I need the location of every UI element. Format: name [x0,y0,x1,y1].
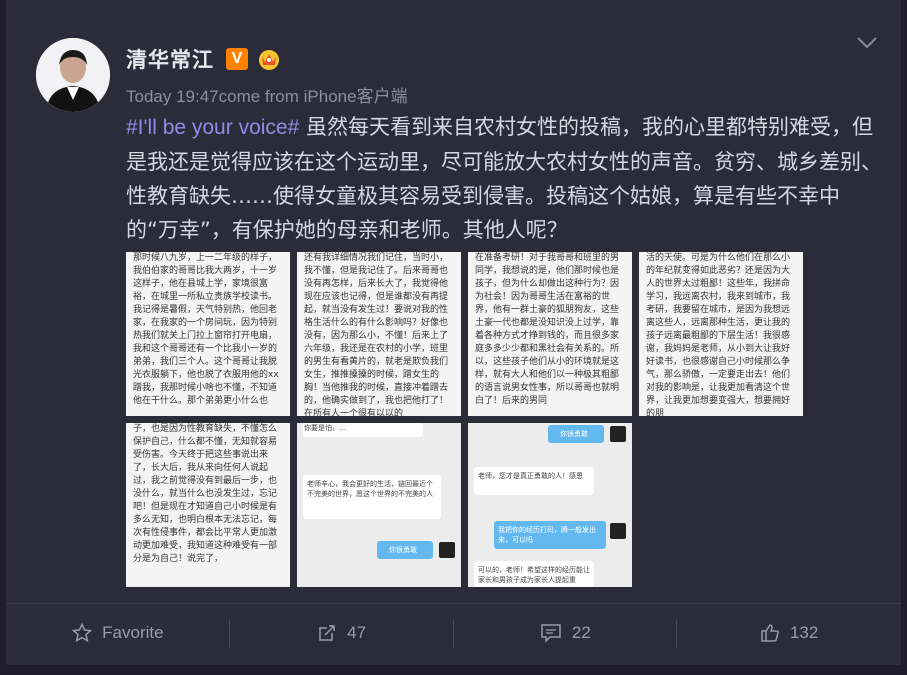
verified-v-icon: V [226,48,248,70]
star-icon [72,623,93,643]
forward-button[interactable]: 47 [230,604,454,662]
favorite-label: Favorite [102,623,164,642]
image-text: 你很勇敢 [560,430,588,438]
image-text: 你要是怕，… [304,424,346,432]
post-image-6[interactable]: 你要是怕，… 老师辛心，我会更好的生活，链回最近个不完美的世界，愿这个世界的不完… [297,423,461,587]
post-image-3[interactable]: 在准备考研！对于我哥哥和班里的男同学，我想说的是，他们那时候也是孩子，但为什么却… [468,252,632,416]
post-image-2[interactable]: 还有我详细情况我们记住，当时小，我不懂，但是我记住了。后来哥哥也没有再怎样，后来… [297,252,461,416]
post-meta: Today 19:47come from iPhone客户端 [126,87,408,106]
comment-count: 22 [571,623,591,642]
image-text: 活的天使。可是为什么他们在那么小的年纪就变得如此恶劣？还是因为大人的世界太过粗鄙… [646,253,791,416]
chat-avatar [439,542,455,558]
post-image-7[interactable]: 你很勇敢 老师，您才是真正勇敢的人！感恩 我把你的经历打码，腾一般发出来，可以吗… [468,423,632,587]
favorite-button[interactable]: Favorite [6,604,230,662]
image-text: 老师辛心，我会更好的生活，链回最近个不完美的世界，愿这个世界的不完美的人 [307,480,433,498]
forward-count: 47 [347,623,367,642]
image-text: 还有我详细情况我们记住，当时小，我不懂，但是我记住了。后来哥哥也没有再怎样，后来… [304,253,449,416]
like-button[interactable]: 132 [677,604,901,662]
hashtag-link[interactable]: #I'll be your voice# [126,116,299,139]
avatar[interactable] [36,38,110,112]
image-text: 你很勇敢 [389,546,417,554]
chat-avatar [610,523,626,539]
post-image-4[interactable]: 活的天使。可是为什么他们在那么小的年纪就变得如此恶劣？还是因为大人的世界太过粗鄙… [639,252,803,416]
image-text: 可以的，老师！希望这样的经历能让家长和男孩子成为家长人提起重 [478,566,590,584]
image-text: 在准备考研！对于我哥哥和班里的男同学，我想说的是，他们那时候也是孩子，但为什么却… [475,253,620,406]
image-text: 子，也是因为性教育缺失，不懂怎么保护自己，什么都不懂，无知就容易受伤害。今天终于… [133,424,278,564]
action-bar: Favorite 47 22 132 [6,604,901,662]
image-text: 我把你的经历打码，腾一般发出来，可以吗 [498,526,596,544]
post-image-5[interactable]: 子，也是因为性教育缺失，不懂怎么保护自己，什么都不懂，无知就容易受伤害。今天终于… [126,423,290,587]
author-name[interactable]: 清华常江 [126,44,214,74]
weibo-post-card: 清华常江 V Today 19:47come from iPhone客户端 #I… [6,0,901,665]
forward-icon [319,625,335,641]
post-image-1[interactable]: 那时候八九岁，上一二年级的样子，我伯伯家的哥哥比我大两岁，十一岁这样子，他在县城… [126,252,290,416]
chat-avatar [610,426,626,442]
image-text: 那时候八九岁，上一二年级的样子，我伯伯家的哥哥比我大两岁，十一岁这样子，他在县城… [133,253,279,406]
image-text: 老师，您才是真正勇敢的人！感恩 [478,472,583,480]
comment-icon [541,624,561,643]
author-row: 清华常江 V [126,44,282,74]
crown-badge-icon [259,50,279,70]
chevron-down-icon[interactable] [856,36,878,50]
comment-button[interactable]: 22 [454,604,678,662]
post-text: #I'll be your voice# 虽然每天看到来自农村女性的投稿，我的心… [126,110,882,247]
like-count: 132 [789,623,819,642]
thumbs-up-icon [761,624,779,642]
